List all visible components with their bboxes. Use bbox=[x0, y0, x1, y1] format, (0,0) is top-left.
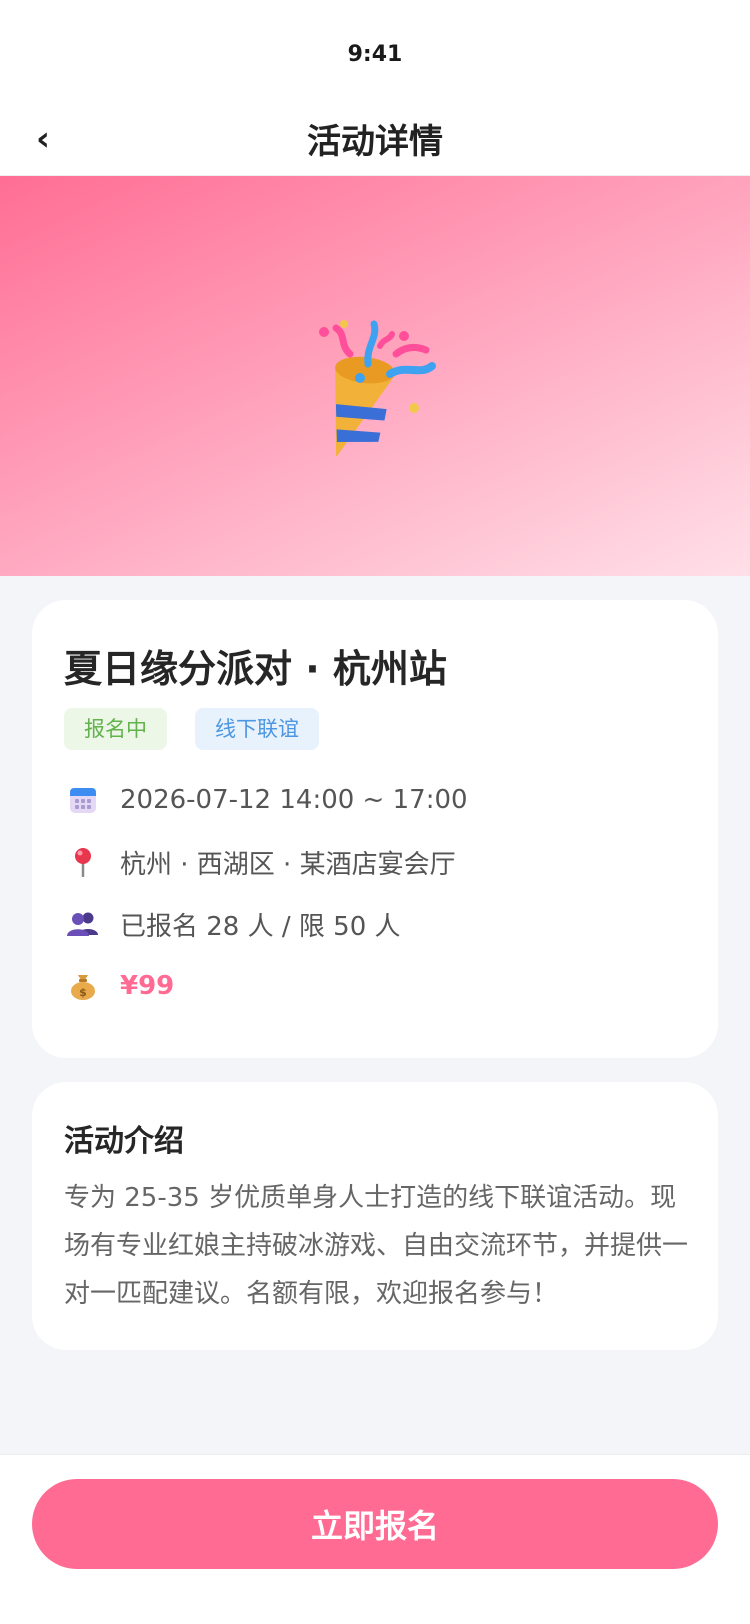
svg-text:$: $ bbox=[79, 986, 87, 999]
page-title: 活动详情 bbox=[307, 122, 443, 162]
signup-count: 已报名 28 人 / 限 50 人 bbox=[120, 911, 401, 942]
event-title: 夏日缘分派对 · 杭州站 bbox=[64, 647, 447, 691]
party-popper-icon bbox=[319, 320, 436, 456]
event-price: ¥99 bbox=[120, 971, 175, 1001]
intro-body: 专为 25-35 岁优质单身人士打造的线下联谊活动。现场有专业红娘主持破冰游戏、… bbox=[64, 1183, 689, 1309]
event-detail-page: 9:41 ‹ 活动详情 夏日缘分派对 · 杭州站 报名中 线下联谊 2026-0… bbox=[0, 0, 750, 1624]
event-info-card: 夏日缘分派对 · 杭州站 报名中 线下联谊 2026-07-12 14:00 ~… bbox=[32, 600, 718, 1058]
money-bag-icon: $ bbox=[66, 969, 100, 1003]
signup-button[interactable]: 立即报名 bbox=[32, 1479, 718, 1569]
status-time: 9:41 bbox=[347, 42, 403, 67]
event-signup-row: 已报名 28 人 / 限 50 人 bbox=[66, 902, 401, 946]
category-badge: 线下联谊 bbox=[195, 708, 319, 750]
pin-icon bbox=[66, 845, 100, 879]
hero-banner bbox=[0, 176, 750, 576]
event-location: 杭州 · 西湖区 · 某酒店宴会厅 bbox=[120, 849, 456, 880]
event-date-row: 2026-07-12 14:00 ~ 17:00 bbox=[66, 778, 468, 822]
event-location-row: 杭州 · 西湖区 · 某酒店宴会厅 bbox=[66, 840, 456, 884]
nav-bar: ‹ 活动详情 bbox=[0, 100, 750, 176]
event-intro-card: 活动介绍 专为 25-35 岁优质单身人士打造的线下联谊活动。现场有专业红娘主持… bbox=[32, 1082, 718, 1350]
event-price-row: $ ¥99 bbox=[66, 964, 174, 1008]
status-bar: 9:41 bbox=[0, 0, 750, 100]
event-tags: 报名中 线下联谊 bbox=[64, 708, 347, 750]
event-date: 2026-07-12 14:00 ~ 17:00 bbox=[120, 785, 468, 815]
bottom-action-bar: 立即报名 bbox=[0, 1454, 750, 1624]
people-icon bbox=[66, 907, 100, 941]
intro-title: 活动介绍 bbox=[64, 1124, 184, 1159]
calendar-icon bbox=[66, 783, 100, 817]
status-badge: 报名中 bbox=[64, 708, 167, 750]
